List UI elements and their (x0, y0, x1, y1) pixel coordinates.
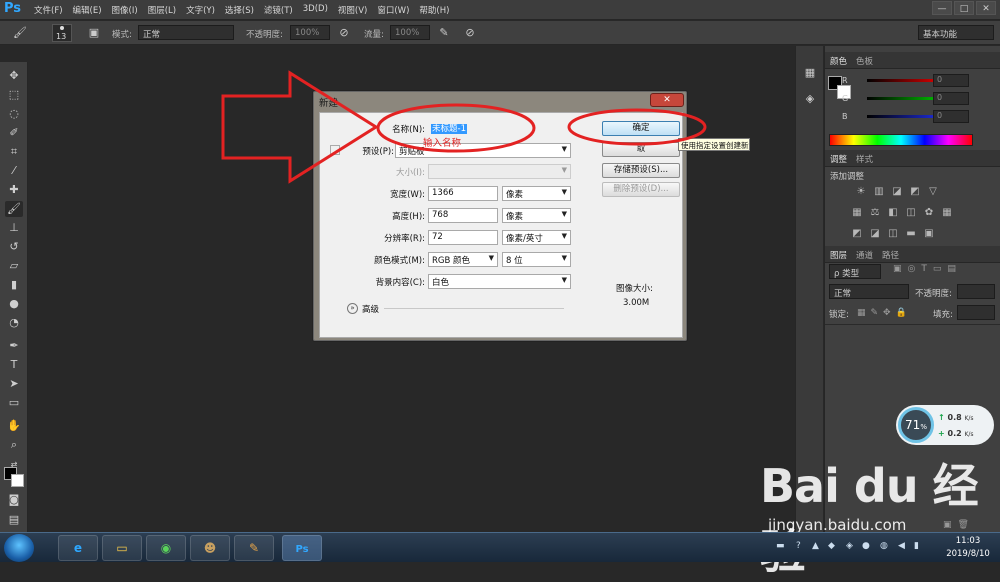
download-value: 0.2 (947, 429, 962, 438)
usage-percent-unit: % (920, 423, 927, 431)
volume-icon[interactable]: ◀ (898, 541, 905, 551)
annotation-ok-circle (567, 108, 707, 146)
network-icon[interactable]: ▮ (914, 541, 919, 551)
browser-app-icon[interactable]: e (58, 535, 98, 561)
tray-icon-box[interactable]: ◆ (828, 541, 835, 551)
tray-icon-help[interactable]: ? (796, 541, 801, 551)
download-unit: K/s (964, 431, 974, 438)
upload-unit: K/s (964, 415, 974, 422)
photoshop-taskbar-icon[interactable]: Ps (282, 535, 322, 561)
download-arrow-icon: + (938, 429, 945, 438)
upload-value: 0.8 (947, 413, 962, 422)
tray-icon-expand[interactable]: ▲ (812, 541, 819, 551)
tray-icon-shield[interactable]: ◈ (846, 541, 853, 551)
annotation-text: 输入名称 (423, 138, 462, 149)
game-app-icon[interactable]: ☻ (190, 535, 230, 561)
tray-icon-wechat[interactable]: ● (862, 541, 870, 551)
usage-percent: 71 (905, 418, 921, 432)
tray-icon-keyboard[interactable]: ▬ (776, 541, 785, 551)
download-speed: + 0.2 K/s (938, 429, 974, 438)
network-speed-widget[interactable]: 71% ↑ 0.8 K/s + 0.2 K/s (896, 405, 994, 445)
wechat-icon[interactable]: ◉ (146, 535, 186, 561)
upload-speed: ↑ 0.8 K/s (938, 413, 974, 422)
start-button[interactable] (4, 534, 34, 562)
file-explorer-icon[interactable]: ▭ (102, 535, 142, 561)
upload-arrow-icon: ↑ (938, 413, 945, 422)
clock-date: 2019/8/10 (946, 549, 990, 559)
paint-app-icon[interactable]: ✎ (234, 535, 274, 561)
windows-taskbar: e ▭ ◉ ☻ ✎ Ps ▬ ? ▲ ◆ ◈ ● ◍ ◀ ▮ 11:03 201… (0, 532, 1000, 562)
tray-icon-app[interactable]: ◍ (880, 541, 888, 551)
cpu-usage-ring: 71% (898, 407, 934, 443)
annotation-arrow (221, 70, 379, 184)
clock-time: 11:03 (955, 536, 981, 546)
tray-clock[interactable]: 11:03 2019/8/10 (942, 535, 994, 561)
